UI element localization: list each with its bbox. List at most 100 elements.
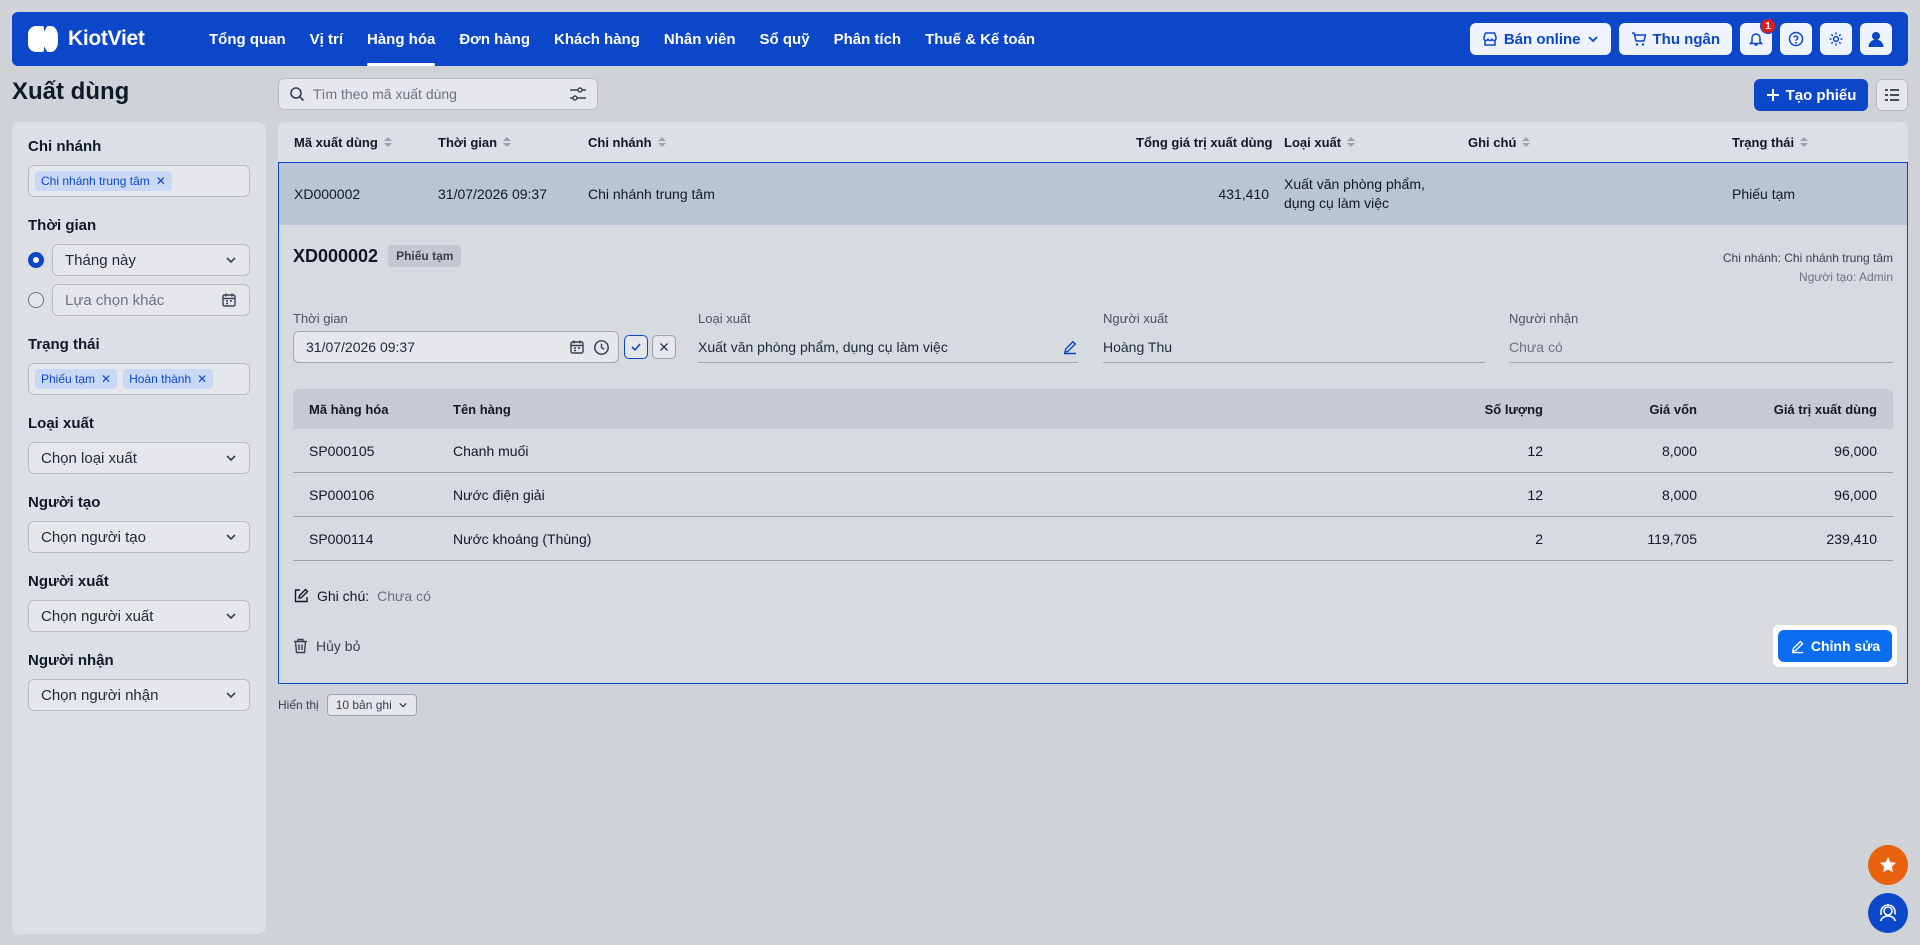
col-header-code[interactable]: Mã xuất dùng (294, 122, 392, 162)
help-button[interactable] (1780, 23, 1812, 55)
exporter-value: Chọn người xuất (41, 607, 154, 625)
cart-icon (1631, 32, 1646, 46)
chevron-down-icon (226, 257, 236, 264)
notification-button[interactable]: 1 (1740, 18, 1776, 55)
brand-logo[interactable]: KiotViet (26, 22, 171, 56)
detail-meta: Chi nhánh: Chi nhánh trung tâm Người tạo… (1723, 249, 1893, 287)
time-custom-picker[interactable]: Lựa chọn khác (52, 284, 250, 316)
time-preset-select[interactable]: Tháng này (52, 244, 250, 276)
filter-creator-label: Người tạo (28, 494, 101, 511)
item-cost: 119,705 (1647, 530, 1697, 547)
cancel-time-button[interactable] (652, 335, 676, 359)
note-value: Chưa có (377, 588, 431, 604)
voucher-detail: XD000002 Phiếu tạm Chi nhánh: Chi nhánh … (279, 225, 1907, 683)
cashier-button[interactable]: Thu ngân (1618, 23, 1732, 55)
support-agent-icon (1880, 904, 1896, 922)
pencil-icon (1791, 640, 1804, 653)
search-input[interactable] (313, 86, 561, 102)
sell-online-button[interactable]: Bán online (1469, 23, 1611, 55)
col-header-note[interactable]: Ghi chú (1468, 122, 1531, 162)
nav-item-tax-accounting[interactable]: Thuế & Kế toán (913, 12, 1047, 66)
account-button[interactable] (1860, 23, 1892, 55)
export-type-value: Chọn loại xuất (41, 449, 137, 467)
edit-button[interactable]: Chỉnh sửa (1778, 630, 1892, 662)
status-tag: Hoàn thành ✕ (123, 369, 214, 389)
exporter-select[interactable]: Chọn người xuất (28, 600, 250, 632)
remove-tag-icon[interactable]: ✕ (197, 372, 207, 386)
item-qty: 2 (1535, 530, 1543, 547)
create-voucher-button[interactable]: Tạo phiếu (1754, 79, 1868, 111)
exporter-field[interactable]: Hoàng Thu (1103, 331, 1485, 363)
nav-item-customers[interactable]: Khách hàng (542, 12, 652, 66)
filter-receiver: Người nhận Chọn người nhận (28, 652, 250, 711)
table-row[interactable]: SP000106 Nước điện giải 12 8,000 96,000 (293, 473, 1893, 517)
filter-branch: Chi nhánh Chi nhánh trung tâm ✕ (28, 138, 250, 197)
note-row[interactable]: Ghi chú: Chưa có (293, 588, 431, 604)
chevron-down-icon (226, 692, 236, 699)
confirm-time-button[interactable] (624, 335, 648, 359)
branch-tag-input[interactable]: Chi nhánh trung tâm ✕ (28, 165, 250, 197)
sell-online-label: Bán online (1503, 30, 1581, 48)
export-type-select[interactable]: Chọn loại xuất (28, 442, 250, 474)
pencil-icon[interactable] (1062, 339, 1078, 355)
clock-icon[interactable] (593, 339, 610, 356)
plus-icon (1766, 89, 1779, 101)
filter-sliders-icon[interactable] (569, 86, 587, 102)
status-tag-input[interactable]: Phiếu tạm ✕ Hoàn thành ✕ (28, 363, 250, 395)
remove-tag-icon[interactable]: ✕ (101, 372, 111, 386)
nav-item-products[interactable]: Hàng hóa (355, 12, 447, 66)
item-code: SP000105 (309, 442, 375, 459)
favorite-fab[interactable] (1868, 845, 1908, 885)
filter-status: Trạng thái Phiếu tạm ✕ Hoàn thành ✕ (28, 336, 250, 395)
time-preset-value: Tháng này (65, 251, 136, 269)
receiver-select[interactable]: Chọn người nhận (28, 679, 250, 711)
sort-icon (503, 137, 512, 147)
support-fab[interactable] (1868, 893, 1908, 933)
expanded-row-panel: XD000002 31/07/2026 09:37 Chi nhánh trun… (278, 162, 1908, 684)
nav-item-overview[interactable]: Tổng quan (197, 12, 298, 66)
col-header-branch[interactable]: Chi nhánh (588, 122, 666, 162)
pager-label: Hiển thị (278, 698, 319, 712)
filter-creator: Người tạo Chọn người tạo (28, 494, 250, 553)
receiver-field[interactable]: Chưa có (1509, 331, 1893, 363)
time-custom-radio[interactable] (28, 292, 44, 308)
page-size-select[interactable]: 10 bản ghi (326, 694, 417, 716)
nav-item-analytics[interactable]: Phân tích (822, 12, 914, 66)
note-label: Ghi chú: (317, 588, 370, 604)
type-field[interactable]: Xuất văn phòng phẩm, dụng cụ làm việc (698, 331, 1078, 363)
user-avatar-icon (1868, 32, 1884, 47)
status-tag-label: Hoàn thành (129, 372, 192, 386)
nav-item-staff[interactable]: Nhân viên (652, 12, 748, 66)
topbar-actions: Bán online Thu ngân 1 (1469, 18, 1892, 55)
cancel-voucher-label: Hủy bỏ (316, 638, 361, 654)
col-header-status[interactable]: Trạng thái (1732, 122, 1809, 162)
col-header-status-label: Trạng thái (1732, 134, 1795, 150)
table-row[interactable]: SP000105 Chanh muối 12 8,000 96,000 (293, 429, 1893, 473)
table-row[interactable]: SP000114 Nước khoáng (Thùng) 2 119,705 2… (293, 517, 1893, 561)
nav-item-location[interactable]: Vị trí (298, 12, 355, 66)
col-header-type[interactable]: Loại xuất (1284, 122, 1356, 162)
item-value: 96,000 (1834, 442, 1877, 459)
time-field-label: Thời gian (293, 311, 348, 326)
row-time: 31/07/2026 09:37 (438, 186, 547, 202)
time-field[interactable]: 31/07/2026 09:37 (293, 331, 619, 363)
table-row[interactable]: XD000002 31/07/2026 09:37 Chi nhánh trun… (279, 163, 1907, 225)
nav-item-cashbook[interactable]: Sổ quỹ (748, 12, 822, 66)
brand-name: KiotViet (68, 27, 145, 50)
settings-button[interactable] (1820, 23, 1852, 55)
nav-item-orders[interactable]: Đơn hàng (447, 12, 542, 66)
time-preset-radio[interactable] (28, 252, 44, 268)
detail-creator: Người tạo: Admin (1799, 270, 1893, 284)
col-header-time[interactable]: Thời gian (438, 122, 512, 162)
items-col-value: Giá trị xuất dùng (1773, 401, 1877, 417)
chevron-down-icon (226, 534, 236, 541)
remove-tag-icon[interactable]: ✕ (156, 174, 166, 188)
creator-select[interactable]: Chọn người tạo (28, 521, 250, 553)
column-view-button[interactable] (1876, 79, 1908, 111)
cancel-voucher-button[interactable]: Hủy bỏ (293, 638, 360, 654)
item-value: 239,410 (1826, 530, 1877, 547)
receiver-field-value: Chưa có (1509, 338, 1563, 355)
calendar-icon[interactable] (569, 339, 585, 355)
filter-status-label: Trạng thái (28, 336, 100, 353)
col-header-total[interactable]: Tổng giá trị xuất dùng (1136, 122, 1273, 162)
